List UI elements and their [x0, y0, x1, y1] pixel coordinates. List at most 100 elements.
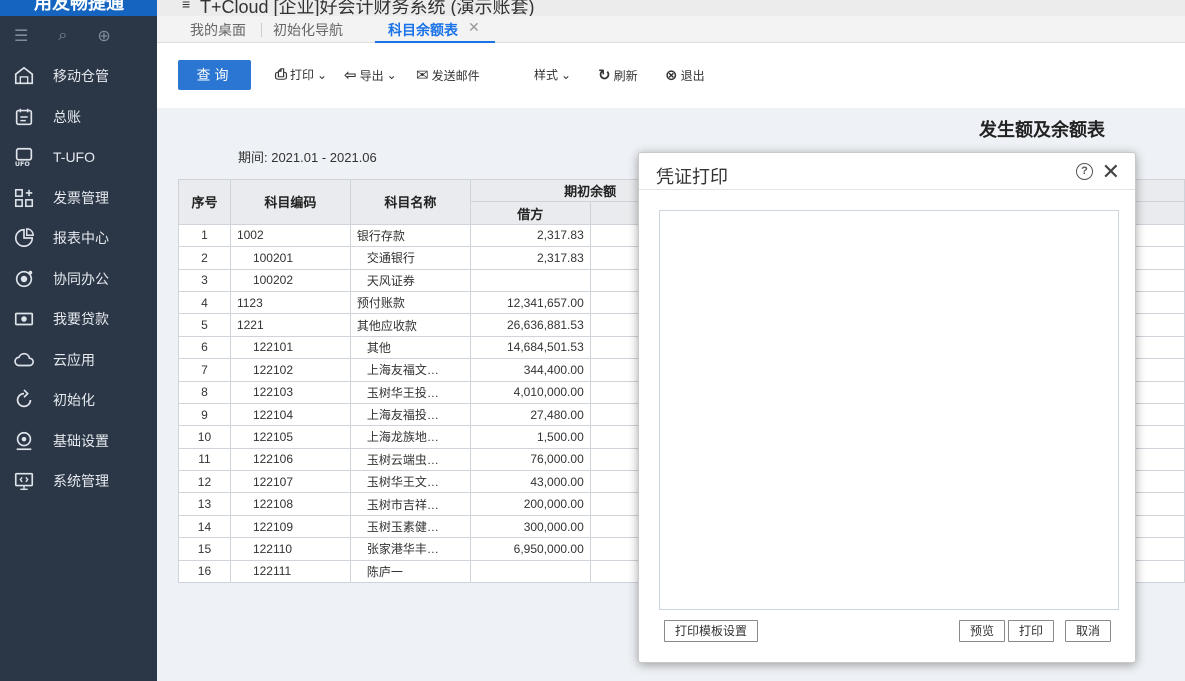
cell-name: 玉树玉素健…: [349, 514, 471, 539]
cell-name: 银行存款: [349, 223, 471, 248]
tab-account-balance[interactable]: 科目余额表: [388, 20, 458, 40]
close-icon[interactable]: ✕: [1102, 159, 1120, 185]
export-label: 导出: [359, 68, 384, 83]
active-tab-indicator: [375, 41, 495, 43]
cell-name: 上海龙族地…: [349, 425, 471, 449]
search-icon[interactable]: ⌕: [58, 27, 67, 45]
cell-name: 其他: [349, 335, 471, 360]
header-name: 科目名称: [349, 179, 471, 225]
cell-seq: 1: [178, 223, 231, 248]
style-menu[interactable]: 样式 ⌄: [534, 66, 571, 83]
cell-debit: 1,500.00: [469, 425, 591, 449]
refresh-button[interactable]: ↻ 刷新: [598, 66, 638, 84]
system-icon: [12, 469, 36, 493]
tab-init-nav[interactable]: 初始化导航: [273, 20, 343, 40]
cell-name: 玉树云端虫…: [349, 447, 471, 472]
sidebar-item-settings[interactable]: 基础设置: [0, 421, 157, 462]
export-icon: ⇦: [344, 67, 357, 84]
cell-name: 玉树市吉祥…: [349, 492, 471, 516]
cell-seq: 8: [178, 380, 231, 404]
cell-code: 100202: [229, 268, 351, 292]
app-logo: 用友畅捷通: [0, 0, 157, 16]
close-tab-icon[interactable]: ✕: [468, 19, 480, 36]
cell-code: 122103: [229, 380, 351, 404]
export-menu[interactable]: ⇦ 导出 ⌄: [344, 66, 397, 84]
sidebar-item-init[interactable]: 初始化: [0, 380, 157, 421]
cell-debit: 43,000.00: [469, 470, 591, 494]
sidebar-item-ledger[interactable]: 总账: [0, 97, 157, 138]
dialog-divider: [639, 189, 1135, 190]
cell-name: 玉树华王投…: [349, 380, 471, 404]
sidebar-item-system[interactable]: 系统管理: [0, 461, 157, 502]
help-icon[interactable]: ?: [1076, 163, 1093, 180]
print-menu[interactable]: ⎙ 打印 ⌄: [275, 66, 327, 83]
exit-icon: ⊗: [665, 67, 678, 84]
sidebar-item-label: 云应用: [53, 351, 95, 368]
cell-name: 预付账款: [349, 290, 471, 315]
preview-button[interactable]: 预览: [959, 620, 1006, 642]
period-label: 期间: 2021.01 - 2021.06: [238, 150, 377, 165]
cell-code: 122110: [229, 537, 351, 561]
sidebar-item-report[interactable]: 报表中心: [0, 218, 157, 259]
sidebar-item-tufo[interactable]: UFO T-UFO: [0, 137, 157, 178]
hamburger-icon[interactable]: ☰: [14, 26, 28, 46]
loan-icon: [12, 307, 36, 331]
cloud-icon: [12, 348, 36, 372]
toolbar: 查询 ⎙ 打印 ⌄ ⇦ 导出 ⌄ ✉ 发送邮件 样式 ⌄ ↻ 刷新 ⊗ 退出: [157, 44, 1185, 107]
cell-code: 122105: [229, 425, 351, 449]
sidebar-item-label: 移动仓管: [53, 68, 109, 85]
print-button[interactable]: 打印: [1008, 620, 1055, 642]
cell-seq: 11: [178, 447, 231, 472]
cell-debit: 6,950,000.00: [469, 537, 591, 561]
sidebar-item-label: 协同办公: [53, 270, 109, 287]
cell-debit: [469, 268, 591, 292]
sidebar-item-label: 系统管理: [53, 473, 109, 490]
cell-debit: 27,480.00: [469, 402, 591, 427]
menu-icon[interactable]: ≡: [182, 0, 190, 12]
svg-text:UFO: UFO: [15, 160, 31, 168]
tufo-icon: UFO: [12, 145, 36, 169]
dialog-title: 凭证打印: [656, 167, 728, 187]
cell-name: 天风证券: [349, 268, 471, 292]
send-email-button[interactable]: ✉ 发送邮件: [416, 66, 480, 84]
cell-seq: 3: [178, 268, 231, 292]
print-label: 打印: [290, 68, 315, 82]
header-code: 科目编码: [229, 179, 351, 225]
cell-seq: 15: [178, 537, 231, 561]
ledger-icon: [12, 105, 36, 129]
mobile-warehouse-icon: [12, 64, 36, 88]
header-seq: 序号: [178, 179, 231, 225]
sidebar-item-label: 初始化: [53, 392, 95, 409]
cell-code: 122101: [229, 335, 351, 360]
print-preview-area: [659, 210, 1119, 610]
sidebar-item-collaboration[interactable]: 协同办公: [0, 259, 157, 300]
chevron-down-icon: ⌄: [561, 67, 572, 82]
template-settings-button[interactable]: 打印模板设置: [664, 620, 759, 642]
sidebar-item-label: 报表中心: [53, 230, 109, 247]
sidebar: ☰ ⌕ ⊕ 移动仓管总账 UFO T-UFO 发票管理报表中心协同办公我要贷款云应用初…: [0, 16, 157, 681]
cancel-button[interactable]: 取消: [1065, 620, 1112, 642]
sidebar-item-loan[interactable]: 我要贷款: [0, 299, 157, 340]
cell-name: 上海友福文…: [349, 358, 471, 382]
cell-name: 交通银行: [349, 246, 471, 270]
cell-name: 玉树华王文…: [349, 470, 471, 494]
chevron-down-icon: ⌄: [386, 68, 397, 82]
query-button[interactable]: 查询: [178, 60, 251, 90]
cell-code: 122111: [229, 559, 351, 584]
sidebar-item-cloud[interactable]: 云应用: [0, 340, 157, 381]
cell-code: 122106: [229, 447, 351, 472]
cell-code: 1002: [229, 223, 351, 248]
top-header: 用友畅捷通 ≡ T+Cloud [企业]好会计财务系统 (演示账套): [0, 0, 1185, 16]
tab-desktop[interactable]: 我的桌面: [190, 20, 246, 40]
sidebar-item-mobile-warehouse[interactable]: 移动仓管: [0, 56, 157, 97]
cell-debit: 2,317.83: [469, 223, 591, 248]
add-tab-icon[interactable]: ⊕: [97, 26, 110, 46]
exit-button[interactable]: ⊗ 退出: [665, 66, 705, 84]
tab-bar: 我的桌面 初始化导航 科目余额表 ✕: [157, 16, 1185, 43]
refresh-icon: ↻: [598, 67, 611, 84]
sidebar-item-invoice[interactable]: 发票管理: [0, 178, 157, 219]
cell-seq: 5: [178, 313, 231, 337]
report-icon: [12, 226, 36, 250]
cell-seq: 2: [178, 246, 231, 270]
cell-debit: 76,000.00: [469, 447, 591, 472]
